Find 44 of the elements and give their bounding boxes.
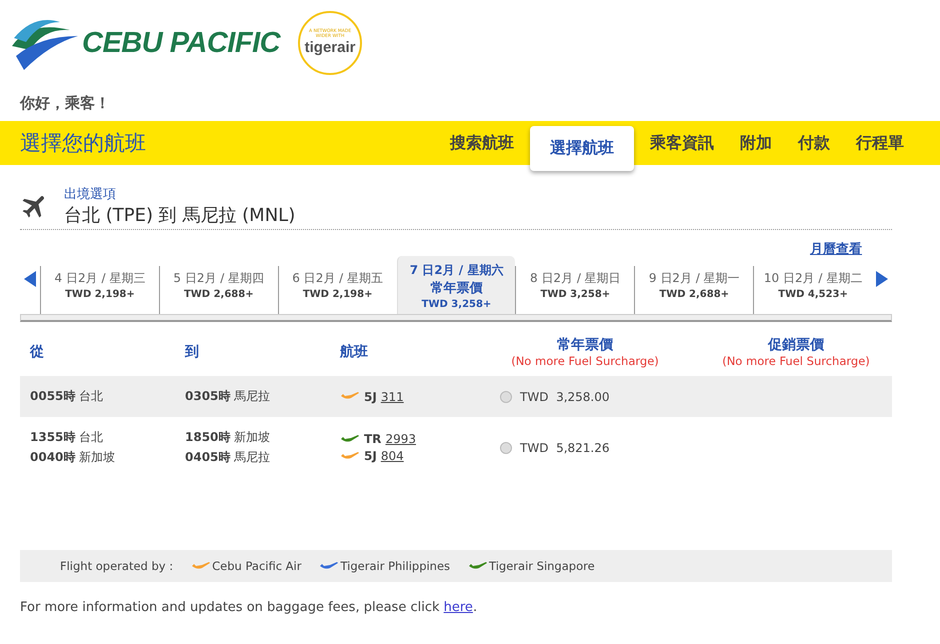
flight-number-link[interactable]: 804 — [380, 449, 404, 463]
table-cell-text: 0055時 台北 — [30, 388, 104, 405]
greeting: 你好，乘客！ — [20, 94, 111, 113]
step-tab[interactable]: 乘客資訊 — [640, 126, 724, 160]
baggage-note: For more information and updates on baggage fees, please click here. — [20, 600, 478, 615]
column-note: (No more Fuel Surcharge) — [511, 354, 659, 368]
date-tab[interactable]: 7 日2月 / 星期六 常年票價 TWD 3,258+ — [396, 256, 516, 314]
table-cell-text: 0040時 新加坡 — [30, 449, 116, 466]
here-link[interactable]: here — [444, 600, 473, 615]
route-title: 台北 (TPE) 到 馬尼拉 (MNL) — [64, 204, 296, 227]
next-button[interactable] — [876, 271, 888, 290]
table-cell-text: 0305時 馬尼拉 — [185, 388, 272, 405]
table-cell-text: 1850時 新加坡 — [185, 429, 272, 446]
fare-radio[interactable] — [500, 442, 512, 454]
previous-button[interactable] — [24, 271, 36, 290]
flight-number-link[interactable]: 2993 — [385, 432, 416, 446]
step-tab[interactable]: 選擇航班 — [530, 126, 634, 170]
carrier-code: 5J — [364, 449, 377, 463]
column-header: 航班 — [340, 343, 368, 361]
legend-item: Tigerair Philippines — [340, 559, 450, 573]
legend-label: Flight operated by : — [60, 559, 174, 573]
table-cell-text: 0405時 馬尼拉 — [185, 449, 272, 466]
fare-price: TWD 5,821.26 — [520, 440, 610, 454]
carrier-code: 5J — [364, 390, 377, 404]
brand-logo: CEBU PACIFIC — [10, 16, 280, 70]
calendar-link[interactable]: 月曆查看 — [810, 240, 862, 258]
column-header: 從 — [30, 344, 44, 361]
column-header: 常年票價 — [557, 336, 613, 354]
step-tab[interactable]: 搜索航班 — [440, 126, 524, 160]
step-tab[interactable]: 付款 — [788, 126, 840, 160]
section-label: 出境選項 — [64, 186, 117, 203]
page-title: 選擇您的航班 — [20, 130, 146, 157]
table-cell-text: 1355時 台北 — [30, 429, 104, 446]
column-note: (No more Fuel Surcharge) — [722, 354, 870, 368]
fare-price: TWD 3,258.00 — [520, 390, 610, 404]
legend-item: Cebu Pacific Air — [212, 559, 302, 573]
column-header: 促銷票價 — [768, 336, 824, 354]
fare-radio[interactable] — [500, 390, 512, 402]
column-header: 到 — [185, 344, 199, 361]
legend-item: Tigerair Singapore — [489, 559, 595, 573]
flight-number-link[interactable]: 311 — [380, 390, 404, 404]
step-tab[interactable]: 附加 — [730, 126, 782, 160]
step-tab[interactable]: 行程單 — [846, 126, 914, 160]
carrier-code: TR — [364, 432, 382, 446]
